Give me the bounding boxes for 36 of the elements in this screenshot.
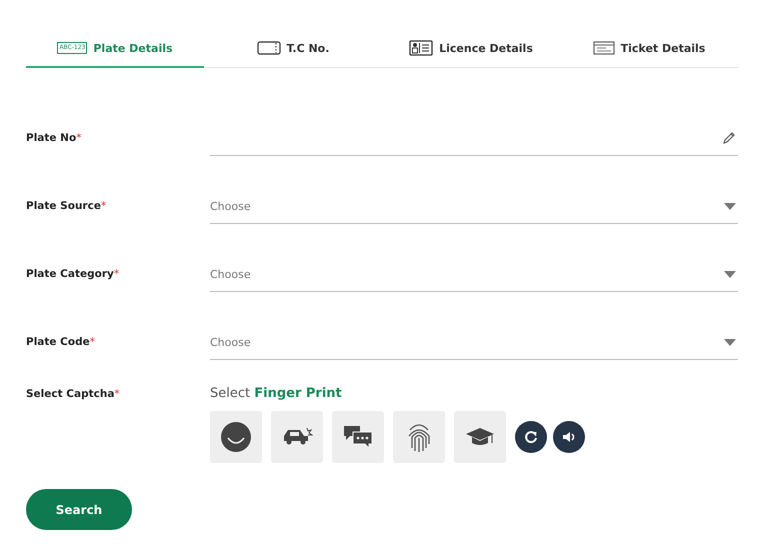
tab[interactable]: Licence Details	[382, 30, 560, 68]
card-icon	[256, 41, 281, 55]
caret-icon	[724, 270, 736, 278]
required-mark: *	[114, 268, 120, 280]
captcha-prompt: Select Finger Print	[210, 386, 343, 401]
required-mark: *	[90, 336, 95, 348]
required-mark: *	[114, 388, 120, 400]
audio-button[interactable]	[553, 421, 585, 453]
dropdown[interactable]: Choose	[210, 189, 738, 224]
search-button[interactable]: Search	[26, 489, 132, 530]
pencil-icon	[722, 131, 736, 145]
field-label: Plate Category	[26, 268, 114, 280]
tab[interactable]: T.C No.	[204, 30, 382, 68]
refresh-icon	[524, 430, 538, 444]
smiley-option[interactable]	[210, 411, 262, 463]
field-label: Plate Code	[26, 336, 90, 348]
caret-icon	[724, 202, 736, 210]
chat-option[interactable]	[332, 411, 384, 463]
cap-option[interactable]	[454, 411, 506, 463]
dropdown[interactable]: Choose	[210, 257, 738, 292]
ticket-icon	[592, 41, 615, 55]
refresh-button[interactable]	[515, 421, 547, 453]
fingerprint-option[interactable]	[393, 411, 445, 463]
speaker-icon	[562, 430, 576, 444]
tab[interactable]: Ticket Details	[560, 30, 738, 68]
field-label: Select Captcha	[26, 388, 114, 400]
required-mark: *	[100, 200, 106, 212]
required-mark: *	[76, 132, 82, 144]
smiley-icon	[220, 421, 252, 453]
field-label: Plate No	[26, 132, 76, 144]
dropdown[interactable]: Choose	[210, 325, 738, 360]
id-card-icon	[409, 40, 434, 56]
field-label: Plate Source	[26, 200, 101, 212]
chat-icon	[342, 424, 374, 450]
car-option[interactable]	[271, 411, 323, 463]
caret-icon	[724, 338, 736, 346]
